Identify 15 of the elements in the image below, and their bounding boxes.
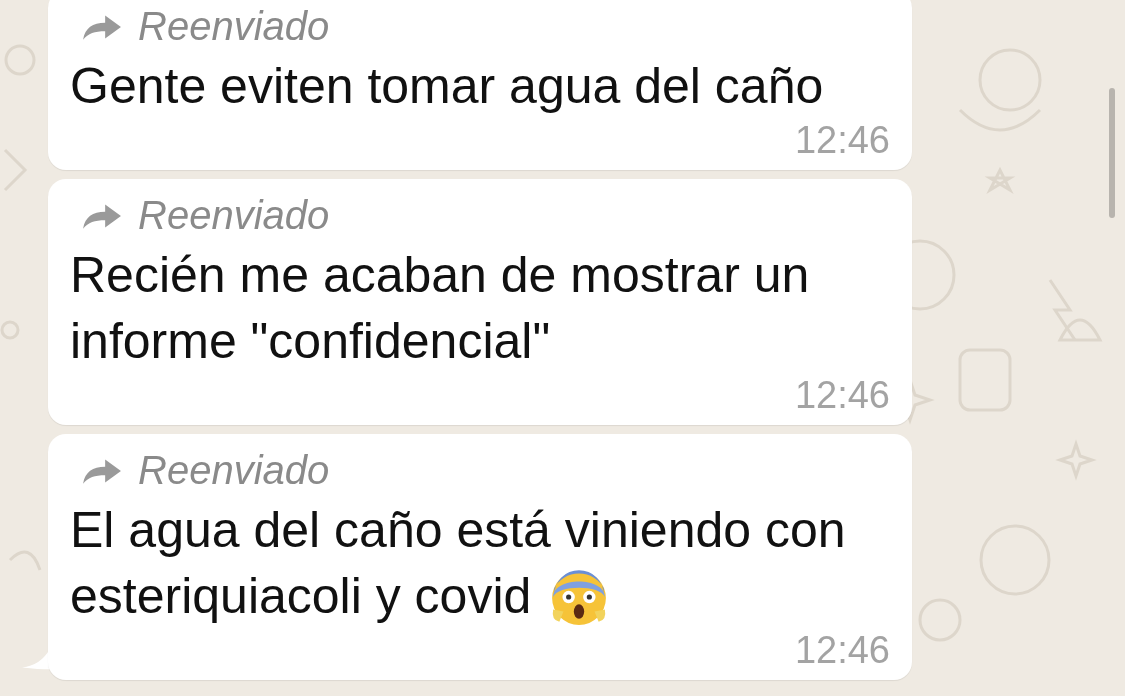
- forwarded-label: Reenviado: [138, 448, 330, 493]
- message-text: El agua del caño está viniendo con: [70, 501, 846, 560]
- message-text: Gente eviten tomar agua del caño: [70, 57, 824, 116]
- message-time: 12:46: [794, 629, 890, 672]
- message-text: Recién me acaban de mostrar un: [70, 246, 810, 305]
- scrollbar[interactable]: [1109, 88, 1115, 218]
- message-text: informe "confidencial": [70, 312, 551, 371]
- message-bubble[interactable]: Reenviado Recién me acaban de mostrar un informe "confidencial" 12:46: [48, 179, 912, 425]
- forwarded-label: Reenviado: [138, 193, 330, 238]
- forwarded-label: Reenviado: [138, 4, 330, 49]
- message-text: esteriquiacoli y covid: [70, 567, 532, 626]
- message-time: 12:46: [794, 119, 890, 162]
- message-time: 12:46: [794, 374, 890, 417]
- message-bubble[interactable]: Reenviado El agua del caño está viniendo con esteriquiacoli y covid 12:46: [48, 434, 912, 680]
- message-bubble[interactable]: Reenviado Gente eviten tomar agua del caño 12:46: [48, 0, 912, 170]
